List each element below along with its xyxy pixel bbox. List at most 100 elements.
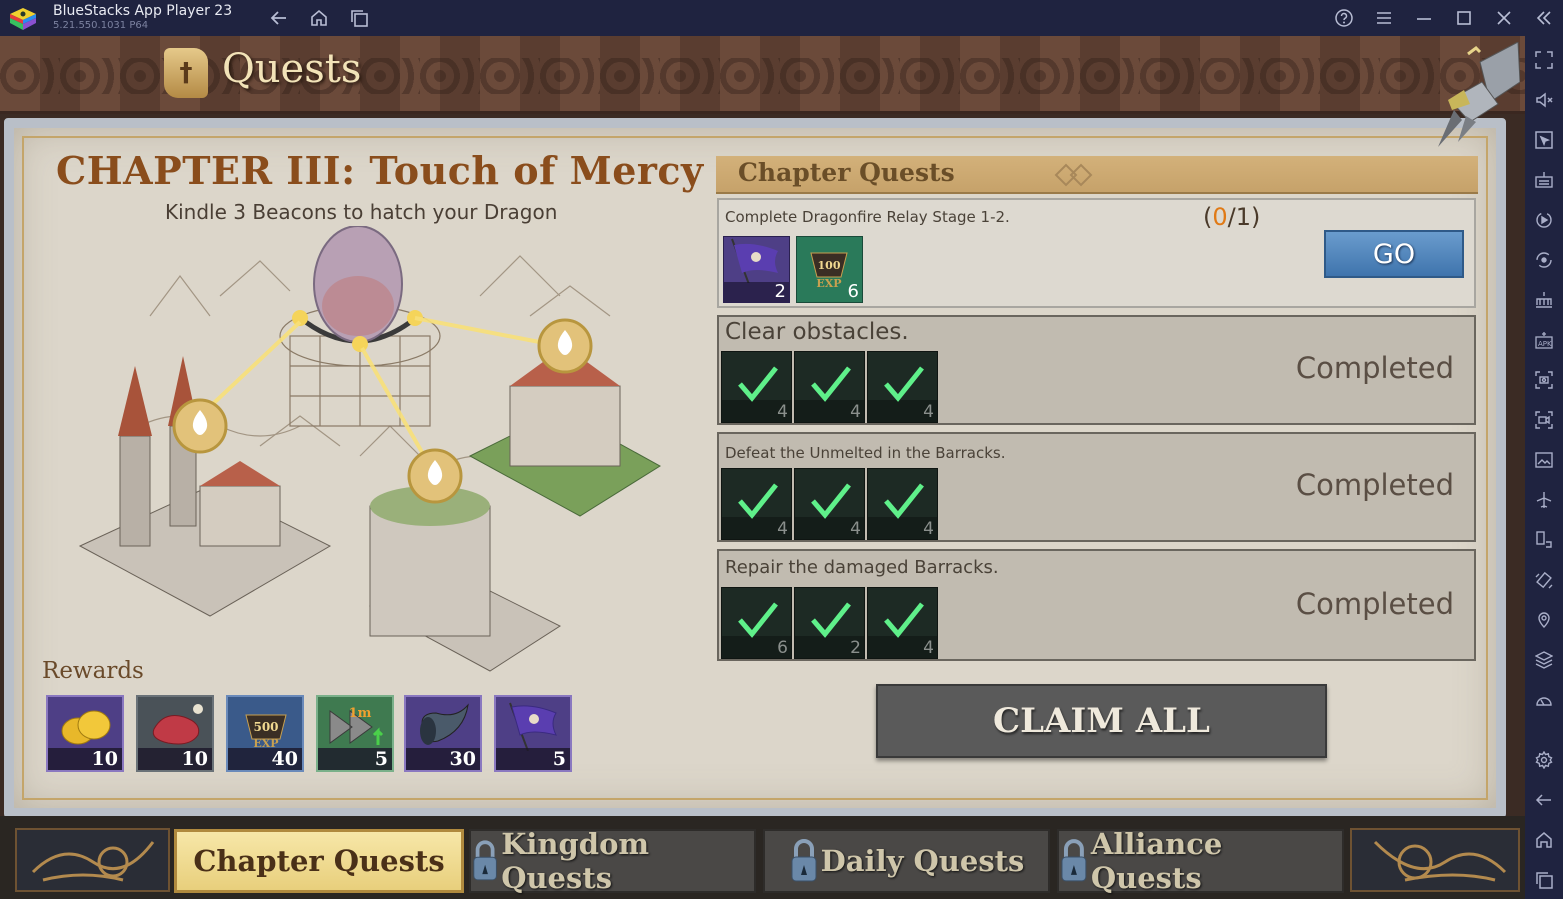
- checkmark-icon: [884, 602, 924, 638]
- reward-purple-banner[interactable]: 5: [494, 695, 572, 772]
- quest-text: Defeat the Unmelted in the Barracks.: [725, 444, 1006, 462]
- rotate-icon[interactable]: [1534, 530, 1554, 550]
- quests-title: Quests: [222, 46, 362, 92]
- quest-reward-exp-100[interactable]: 100 EXP 6: [796, 236, 863, 303]
- multi-instance-icon[interactable]: [1534, 650, 1554, 670]
- quest-reward-claimed[interactable]: 4: [794, 468, 865, 540]
- quest-progress: (0/1): [1203, 203, 1261, 231]
- collapse-sidebar-icon[interactable]: [1533, 7, 1555, 29]
- media-folder-icon[interactable]: [1534, 450, 1554, 470]
- quest-row-completed: Defeat the Unmelted in the Barracks. 4 4…: [717, 432, 1476, 542]
- help-icon[interactable]: [1333, 7, 1355, 29]
- tab-alliance-quests[interactable]: Alliance Quests: [1057, 827, 1344, 895]
- airplane-mode-icon[interactable]: [1534, 490, 1554, 510]
- reward-count: 6: [847, 281, 859, 302]
- exp-badge-icon: 500 EXP: [236, 703, 296, 750]
- progress-total: 1: [1235, 203, 1252, 231]
- reward-count: 30: [406, 748, 480, 770]
- home-icon[interactable]: [308, 7, 330, 29]
- volume-mute-icon[interactable]: [1534, 90, 1554, 110]
- speedup-arrow-icon: 1m: [326, 703, 386, 749]
- shake-icon[interactable]: [1534, 570, 1554, 590]
- pointer-icon[interactable]: [1534, 130, 1554, 150]
- checkmark-icon: [811, 602, 851, 638]
- reward-speedup-1m[interactable]: 1m 5: [316, 695, 394, 772]
- quest-reward-purple-banner[interactable]: 2: [723, 236, 790, 303]
- reward-count: 4: [850, 519, 861, 539]
- purple-banner-icon: [504, 702, 564, 751]
- dragon-knot-ornament-left: [15, 828, 170, 892]
- meat-icon: [146, 703, 206, 749]
- chapter-subtitle: Kindle 3 Beacons to hatch your Dragon: [165, 200, 558, 224]
- quest-reward-claimed[interactable]: 4: [867, 587, 938, 659]
- quest-reward-claimed[interactable]: 4: [721, 351, 792, 423]
- quest-text: Repair the damaged Barracks.: [725, 557, 999, 578]
- quest-status: Completed: [1295, 351, 1454, 385]
- maximize-icon[interactable]: [1453, 7, 1475, 29]
- reward-count: 4: [777, 402, 788, 422]
- reward-exp-500[interactable]: 500 EXP 40: [226, 695, 304, 772]
- quest-reward-claimed[interactable]: 4: [867, 468, 938, 540]
- tab-chapter-quests[interactable]: Chapter Quests: [174, 829, 464, 893]
- keyboard-icon[interactable]: [1534, 170, 1554, 190]
- reward-count: 4: [923, 638, 934, 658]
- back-icon[interactable]: [268, 7, 290, 29]
- tab-label: Daily Quests: [820, 844, 1025, 878]
- claim-all-button[interactable]: CLAIM ALL: [876, 684, 1327, 758]
- dragon-beacon-map: [78, 226, 661, 672]
- quest-reward-claimed[interactable]: 4: [867, 351, 938, 423]
- chapter-title: CHAPTER III: Touch of Mercy: [56, 148, 704, 193]
- performance-icon[interactable]: [1534, 690, 1554, 710]
- war-horn-icon: [414, 703, 474, 749]
- quest-tabs-bar: Chapter Quests Kingdom Quests Daily Ques…: [0, 816, 1525, 899]
- tab-kingdom-quests[interactable]: Kingdom Quests: [469, 827, 756, 895]
- rewards-label: Rewards: [42, 658, 144, 684]
- macro-play-icon[interactable]: [1534, 210, 1554, 230]
- reward-count: 4: [777, 519, 788, 539]
- quest-status: Completed: [1295, 468, 1454, 502]
- game-viewport: † Quests CHAPTER III: Touch of Mercy Kin…: [0, 36, 1525, 899]
- android-recent-apps-icon[interactable]: [1534, 870, 1554, 890]
- quest-reward-claimed[interactable]: 4: [721, 468, 792, 540]
- close-gauntlet-button[interactable]: [1420, 42, 1520, 152]
- quest-reward-claimed[interactable]: 2: [794, 587, 865, 659]
- recent-apps-icon[interactable]: [348, 7, 370, 29]
- quest-reward-claimed[interactable]: 4: [794, 351, 865, 423]
- menu-icon[interactable]: [1373, 7, 1395, 29]
- tab-label: Alliance Quests: [1090, 827, 1223, 895]
- chapter-quests-heading: Chapter Quests: [738, 158, 955, 187]
- quest-reward-claimed[interactable]: 6: [721, 587, 792, 659]
- reward-count: 10: [138, 748, 212, 770]
- reward-count: 2: [774, 281, 786, 302]
- reward-meat[interactable]: 10: [136, 695, 214, 772]
- bluestacks-logo-icon: [10, 8, 36, 30]
- reward-gold-coins[interactable]: 10: [46, 695, 124, 772]
- screenshot-icon[interactable]: [1534, 370, 1554, 390]
- android-back-icon[interactable]: [1534, 790, 1554, 810]
- sync-icon[interactable]: [1534, 250, 1554, 270]
- android-home-icon[interactable]: [1534, 830, 1554, 850]
- reward-war-horn[interactable]: 30: [404, 695, 482, 772]
- lock-icon: [1061, 839, 1087, 882]
- minimize-icon[interactable]: [1413, 7, 1435, 29]
- settings-icon[interactable]: [1534, 750, 1554, 770]
- game-controls-icon[interactable]: [1534, 290, 1554, 310]
- checkmark-icon: [738, 483, 778, 519]
- quest-scroll-icon: †: [164, 48, 208, 98]
- go-button[interactable]: GO: [1324, 230, 1464, 278]
- reward-count: 2: [850, 638, 861, 658]
- app-version: 5.21.550.1031 P64: [53, 20, 149, 31]
- tab-daily-quests[interactable]: Daily Quests: [763, 829, 1050, 893]
- reward-count: 4: [923, 519, 934, 539]
- reward-count: 4: [850, 402, 861, 422]
- close-icon[interactable]: [1493, 7, 1515, 29]
- checkmark-icon: [884, 366, 924, 402]
- progress-current: 0: [1212, 203, 1228, 231]
- reward-count: 40: [228, 748, 302, 770]
- record-video-icon[interactable]: [1534, 410, 1554, 430]
- install-apk-icon[interactable]: APK: [1534, 330, 1554, 350]
- fullscreen-icon[interactable]: [1534, 50, 1554, 70]
- checkmark-icon: [884, 483, 924, 519]
- location-icon[interactable]: [1534, 610, 1554, 630]
- quest-row-active: Complete Dragonfire Relay Stage 1-2. (0/…: [717, 198, 1476, 308]
